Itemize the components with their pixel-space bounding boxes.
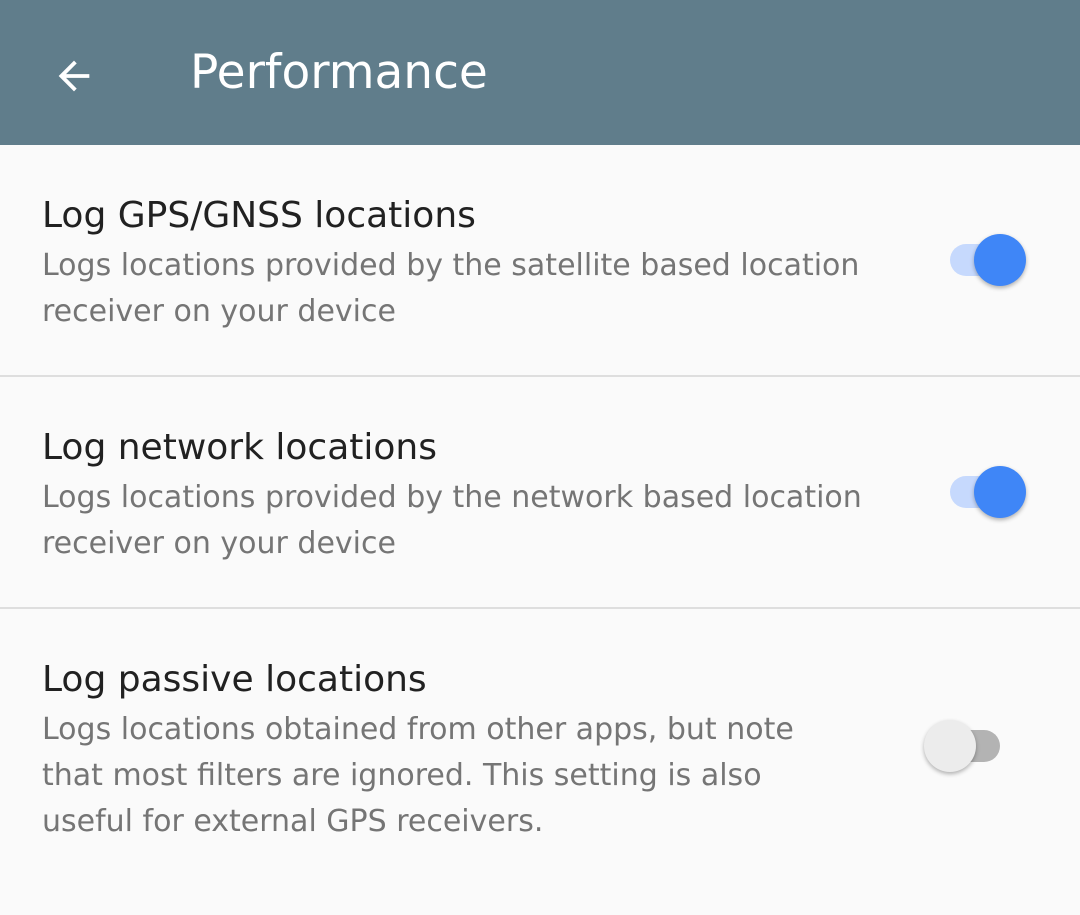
app-bar: Performance (0, 0, 1080, 145)
pref-summary: Logs locations provided by the network b… (42, 480, 862, 561)
pref-title: Log network locations (42, 427, 437, 468)
pref-summary: Logs locations obtained from other apps,… (42, 712, 794, 839)
pref-summary: Logs locations provided by the satellite… (42, 248, 860, 329)
switch-thumb (974, 234, 1026, 286)
arrow-back-icon (58, 60, 90, 92)
page-title: Performance (190, 45, 488, 100)
switch-thumb (924, 720, 976, 772)
pref-text: Log GPS/GNSS locations Logs locations pr… (42, 189, 862, 335)
pref-log-passive-locations[interactable]: Log passive locations Logs locations obt… (0, 609, 1080, 915)
preferences-list: Log GPS/GNSS locations Logs locations pr… (0, 145, 1080, 915)
passive-toggle-switch[interactable] (924, 718, 1006, 774)
pref-log-gps-locations[interactable]: Log GPS/GNSS locations Logs locations pr… (0, 145, 1080, 375)
back-button[interactable] (44, 46, 104, 106)
gps-toggle-switch[interactable] (944, 232, 1026, 288)
pref-text: Log network locations Logs locations pro… (42, 421, 862, 567)
pref-text: Log passive locations Logs locations obt… (42, 653, 862, 845)
pref-title: Log passive locations (42, 659, 427, 700)
pref-title: Log GPS/GNSS locations (42, 195, 476, 236)
network-toggle-switch[interactable] (944, 464, 1026, 520)
switch-thumb (974, 466, 1026, 518)
pref-log-network-locations[interactable]: Log network locations Logs locations pro… (0, 377, 1080, 607)
